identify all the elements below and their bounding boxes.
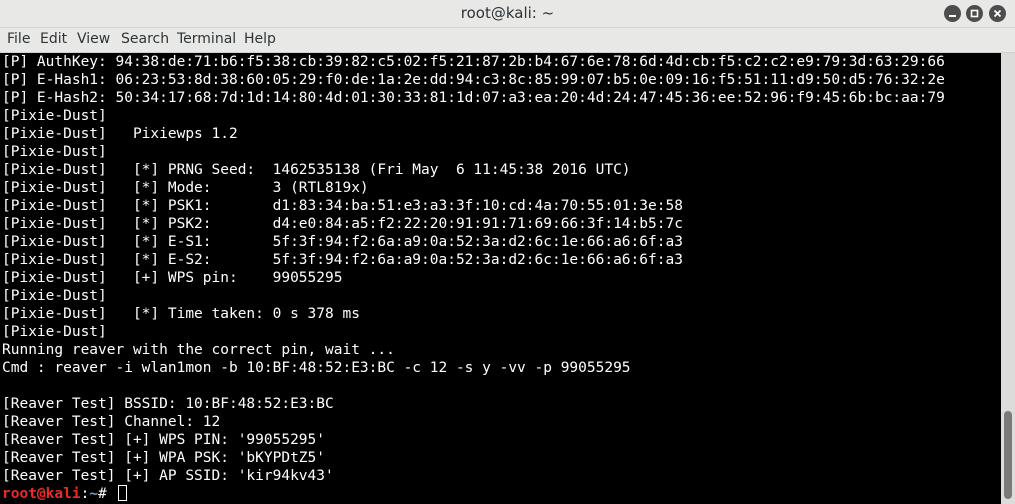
prompt-separator: : [80, 486, 90, 502]
command-prompt[interactable]: root@kali:~# [2, 485, 127, 503]
terminal-line: [Reaver Test] BSSID: 10:BF:48:52:E3:BC [2, 396, 334, 412]
menu-search[interactable]: Search [121, 31, 169, 47]
terminal-line: [P] E-Hash2: 50:34:17:68:7d:1d:14:80:4d:… [2, 90, 945, 106]
close-icon [993, 9, 1002, 18]
terminal-line: [Pixie-Dust] [*] Mode: 3 (RTL819x) [2, 180, 369, 196]
terminal-line: [Pixie-Dust] [2, 324, 107, 340]
terminal-output[interactable]: [P] AuthKey: 94:38:de:71:b6:f5:38:cb:39:… [0, 53, 1001, 504]
terminal-line: Cmd : reaver -i wlan1mon -b 10:BF:48:52:… [2, 360, 631, 376]
terminal-line: [Pixie-Dust] [*] E-S1: 5f:3f:94:f2:6a:a9… [2, 234, 683, 250]
terminal-line: [Pixie-Dust] [*] E-S2: 5f:3f:94:f2:6a:a9… [2, 252, 683, 268]
terminal-line: [Pixie-Dust] [2, 288, 107, 304]
menu-help[interactable]: Help [244, 31, 276, 47]
minimize-button[interactable] [944, 5, 961, 22]
maximize-button[interactable] [966, 5, 983, 22]
terminal-line: [Reaver Test] [+] WPA PSK: 'bKYPDtZ5' [2, 450, 326, 466]
terminal-line: Running reaver with the correct pin, wai… [2, 342, 395, 358]
terminal-line: [Reaver Test] [+] AP SSID: 'kir94kv43' [2, 468, 334, 484]
terminal-line: [Pixie-Dust] [*] PSK2: d4:e0:84:a5:f2:22… [2, 216, 683, 232]
terminal-line: [Pixie-Dust] Pixiewps 1.2 [2, 126, 238, 142]
terminal-line: [Reaver Test] Channel: 12 [2, 414, 221, 430]
terminal-line: [Pixie-Dust] [+] WPS pin: 99055295 [2, 270, 343, 286]
terminal-line: [P] E-Hash1: 06:23:53:8d:38:60:05:29:f0:… [2, 72, 945, 88]
terminal-line: [Pixie-Dust] [*] PSK1: d1:83:34:ba:51:e3… [2, 198, 683, 214]
menu-terminal[interactable]: Terminal [177, 31, 236, 47]
terminal-line: [Pixie-Dust] [2, 144, 107, 160]
menu-bar: File Edit View Search Terminal Help [0, 28, 1015, 53]
prompt-path: ~ [89, 486, 99, 502]
window-title: root@kali: ~ [460, 4, 555, 22]
terminal-line: [P] AuthKey: 94:38:de:71:b6:f5:38:cb:39:… [2, 54, 945, 70]
terminal-line: [Pixie-Dust] [2, 108, 107, 124]
terminal-line: [Pixie-Dust] [*] PRNG Seed: 1462535138 (… [2, 162, 631, 178]
title-bar[interactable]: root@kali: ~ [0, 0, 1015, 28]
prompt-user-host: root@kali [2, 486, 81, 502]
terminal-line: [Pixie-Dust] [*] Time taken: 0 s 378 ms [2, 306, 360, 322]
scrollbar-thumb[interactable] [1004, 411, 1012, 499]
terminal-line: [Reaver Test] [+] WPS PIN: '99055295' [2, 432, 326, 448]
terminal-scrollbar[interactable] [1001, 53, 1015, 504]
minimize-icon [949, 15, 956, 17]
menu-edit[interactable]: Edit [40, 31, 67, 47]
maximize-icon [970, 9, 979, 18]
prompt-symbol: # [98, 486, 116, 502]
menu-file[interactable]: File [7, 31, 30, 47]
terminal-window: root@kali: ~ File Edit View Search Termi… [0, 0, 1015, 504]
text-cursor [117, 485, 127, 501]
close-button[interactable] [989, 5, 1006, 22]
menu-view[interactable]: View [77, 31, 110, 47]
